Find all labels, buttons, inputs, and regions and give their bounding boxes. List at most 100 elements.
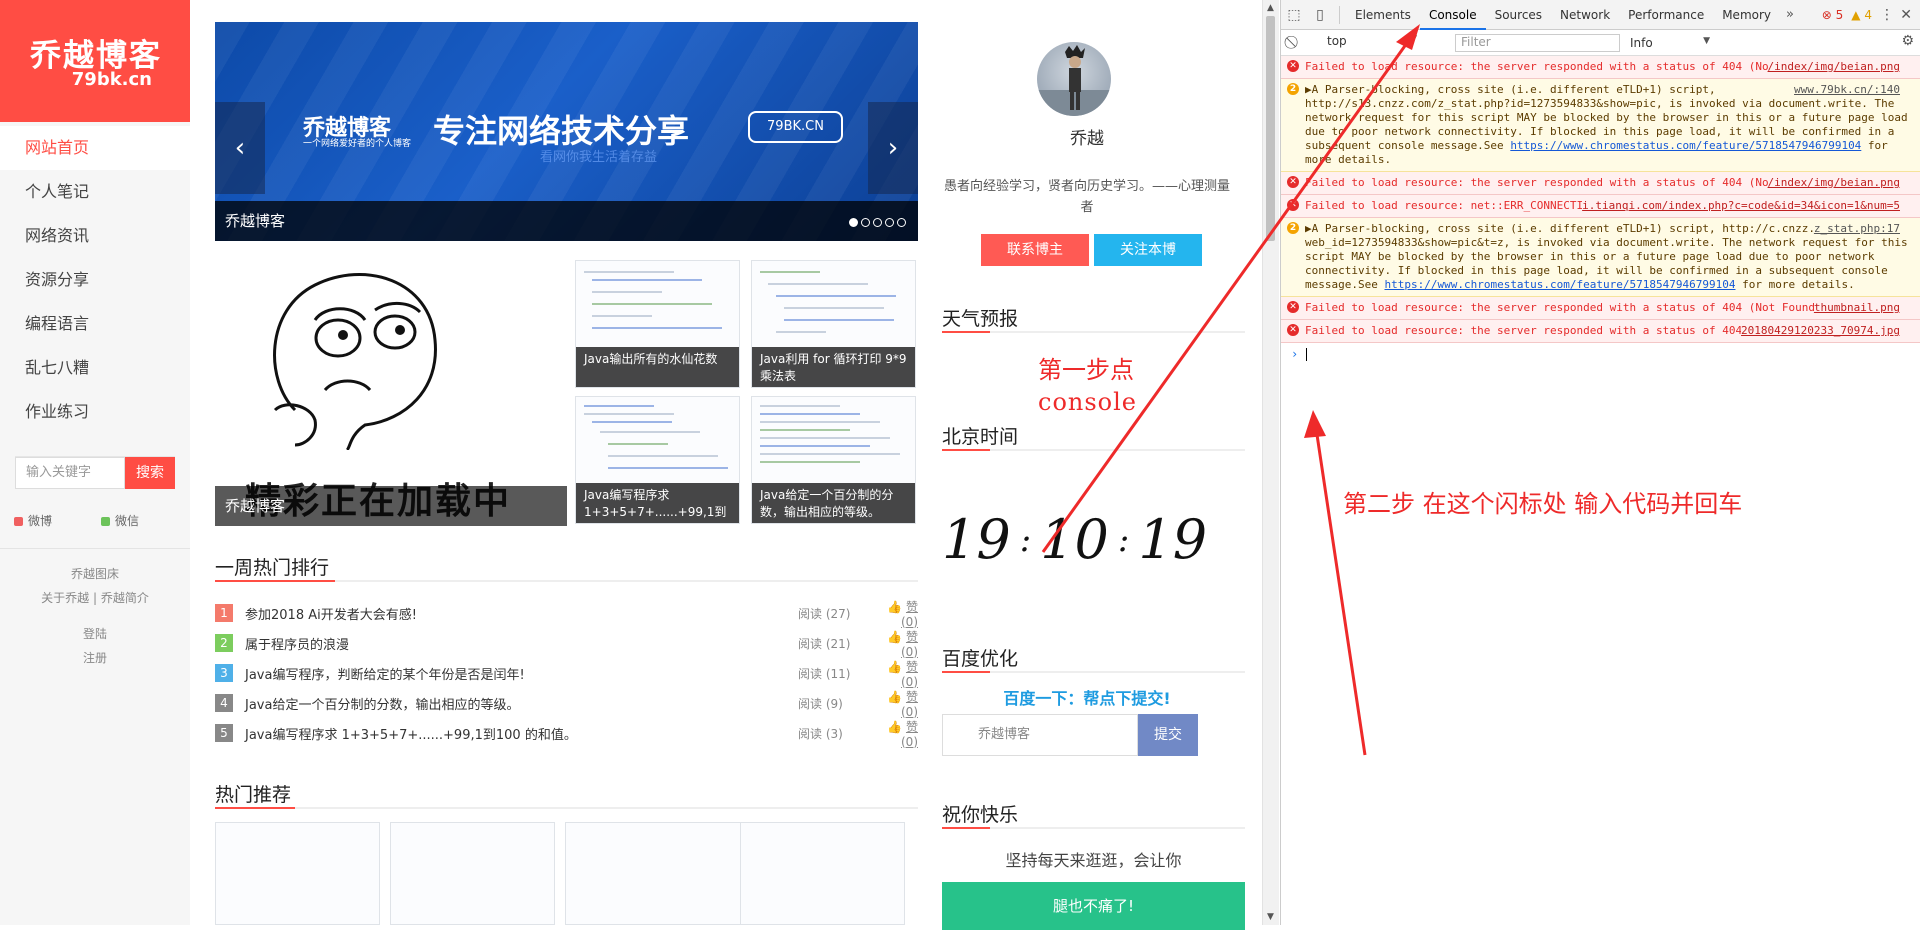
recommend-thumb[interactable] xyxy=(565,822,750,925)
thumb-article[interactable]: Java利用 for 循环打印 9*9 乘法表 xyxy=(751,260,916,388)
site-logo[interactable]: 乔越博客 79bk.cn xyxy=(0,0,190,122)
scrollbar-thumb[interactable] xyxy=(1266,16,1275,241)
source-link[interactable]: www.79bk.cn/:140 xyxy=(1794,83,1900,97)
avatar[interactable] xyxy=(1037,42,1111,116)
nav-item-home[interactable]: 网站首页 xyxy=(0,126,190,170)
nav-item-misc[interactable]: 乱七八糟 xyxy=(0,346,190,390)
weibo-link[interactable]: 微博 xyxy=(14,512,52,529)
like-button[interactable]: 👍 赞 (0) xyxy=(868,628,918,659)
nav-item-homework[interactable]: 作业练习 xyxy=(0,390,190,434)
hot-item-title[interactable]: Java给定一个百分制的分数，输出相应的等级。 xyxy=(245,694,798,713)
register-link[interactable]: 注册 xyxy=(0,646,190,670)
image-host-link[interactable]: 乔越图床 xyxy=(0,562,190,586)
scroll-up-icon[interactable]: ▲ xyxy=(1267,3,1274,13)
issue-counts[interactable]: ⊗ 5 ▲ 4 xyxy=(1822,0,1872,30)
carousel-prev-button[interactable]: ‹ xyxy=(215,102,265,194)
nav-item-programming[interactable]: 编程语言 xyxy=(0,302,190,346)
console-error: ✕ Failed to load resource: the server re… xyxy=(1281,320,1920,343)
context-selector[interactable]: top ▼ xyxy=(1327,34,1417,52)
wish-button[interactable]: 腿也不痛了! xyxy=(942,882,1245,930)
message-link[interactable]: https://www.chromestatus.com/feature/571… xyxy=(1384,278,1735,291)
baidu-submit-button[interactable]: 提交 xyxy=(1138,714,1198,756)
search-input[interactable]: 输入关键字 xyxy=(15,457,125,489)
nav-item-notes[interactable]: 个人笔记 xyxy=(0,170,190,214)
console-warning[interactable]: 2 ▶A Parser-blocking, cross site (i.e. d… xyxy=(1281,218,1920,297)
inspect-element-icon[interactable]: ⬚ xyxy=(1281,0,1307,30)
device-toolbar-icon[interactable]: ▯ xyxy=(1307,0,1333,30)
source-link[interactable]: thumbnail.png xyxy=(1813,301,1900,315)
source-link[interactable]: /index/img/beian.png xyxy=(1767,60,1900,74)
more-tabs-icon[interactable]: » xyxy=(1780,7,1800,22)
log-levels-dropdown[interactable]: Info ▼ xyxy=(1630,36,1710,50)
gear-icon[interactable]: ⚙ xyxy=(1901,33,1914,49)
tab-console[interactable]: Console xyxy=(1419,0,1486,30)
console-error: ✕ Failed to load resource: the server re… xyxy=(1281,56,1920,79)
like-button[interactable]: 👍 赞 (0) xyxy=(868,598,918,629)
rank-badge: 5 xyxy=(215,724,233,742)
hot-item[interactable]: 1 参加2018 Ai开发者大会有感! 阅读 (27) 👍 赞 (0) xyxy=(215,598,918,629)
scroll-down-icon[interactable]: ▼ xyxy=(1267,912,1274,922)
nav-item-resources[interactable]: 资源分享 xyxy=(0,258,190,302)
weibo-label: 微博 xyxy=(28,514,53,528)
console-prompt[interactable]: › xyxy=(1281,343,1920,365)
page-scrollbar[interactable]: ▲ ▼ xyxy=(1262,0,1279,925)
hot-item[interactable]: 3 Java编写程序，判断给定的某个年份是否是闰年! 阅读 (11) 👍 赞 (… xyxy=(215,658,918,689)
baidu-input[interactable]: 乔越博客 xyxy=(942,714,1138,756)
context-value: top xyxy=(1327,33,1347,48)
tab-sources[interactable]: Sources xyxy=(1486,0,1551,30)
thumb-article[interactable]: Java给定一个百分制的分数，输出相应的等级。 xyxy=(751,396,916,524)
banner-carousel[interactable]: 乔越博客 一个网络爱好者的个人博客 专注网络技术分享 看网你我生活着存益 79B… xyxy=(215,22,918,241)
wechat-link[interactable]: 微信 xyxy=(100,512,139,529)
message-link[interactable]: https://www.chromestatus.com/feature/571… xyxy=(1510,139,1861,152)
source-link[interactable]: /index/img/beian.png xyxy=(1767,176,1900,190)
close-icon[interactable]: ✕ xyxy=(1900,0,1912,30)
carousel-dot[interactable] xyxy=(873,218,882,227)
carousel-dot[interactable] xyxy=(849,218,858,227)
hot-item-title[interactable]: 参加2018 Ai开发者大会有感! xyxy=(245,604,798,623)
nav-item-news[interactable]: 网络资讯 xyxy=(0,214,190,258)
tab-performance[interactable]: Performance xyxy=(1619,0,1713,30)
source-link[interactable]: i.tianqi.com/index.php?c=code&id=34&icon… xyxy=(1582,199,1900,213)
clear-console-icon[interactable]: ⃠ xyxy=(1281,35,1307,50)
wish-title: 祝你快乐 xyxy=(942,804,1019,826)
console-warning[interactable]: 2 ▶A Parser-blocking, cross site (i.e. d… xyxy=(1281,79,1920,172)
about-link[interactable]: 关于乔越 xyxy=(41,591,89,605)
carousel-next-button[interactable]: › xyxy=(868,102,918,194)
hot-item-title[interactable]: 属于程序员的浪漫 xyxy=(245,634,798,653)
thumb-article[interactable]: Java编写程序求 1+3+5+7+......+99,1到 xyxy=(575,396,740,524)
hot-item[interactable]: 2 属于程序员的浪漫 阅读 (21) 👍 赞 (0) xyxy=(215,628,918,659)
tab-memory[interactable]: Memory xyxy=(1713,0,1780,30)
tab-network[interactable]: Network xyxy=(1551,0,1619,30)
rank-badge: 3 xyxy=(215,664,233,682)
recommend-thumb[interactable] xyxy=(740,822,905,925)
carousel-dot[interactable] xyxy=(861,218,870,227)
hot-item[interactable]: 4 Java给定一个百分制的分数，输出相应的等级。 阅读 (9) 👍 赞 (0) xyxy=(215,688,918,719)
rank-badge: 4 xyxy=(215,694,233,712)
filter-input[interactable]: Filter xyxy=(1455,33,1620,52)
like-button[interactable]: 👍 赞 (0) xyxy=(868,688,918,719)
hot-item-title[interactable]: Java编写程序，判断给定的某个年份是否是闰年! xyxy=(245,664,798,683)
hot-item-title[interactable]: Java编写程序求 1+3+5+7+......+99,1到100 的和值。 xyxy=(245,724,798,743)
hot-item[interactable]: 5 Java编写程序求 1+3+5+7+......+99,1到100 的和值。… xyxy=(215,718,918,749)
recommend-thumb[interactable] xyxy=(390,822,555,925)
follow-button[interactable]: 关注本博 xyxy=(1094,234,1202,266)
recommend-thumb[interactable] xyxy=(215,822,380,925)
like-button[interactable]: 👍 赞 (0) xyxy=(868,658,918,689)
toolbar-divider xyxy=(1339,5,1340,24)
main-content: 乔越博客 一个网络爱好者的个人博客 专注网络技术分享 看网你我生活着存益 79B… xyxy=(190,0,1252,930)
intro-link[interactable]: 乔越简介 xyxy=(101,591,149,605)
search-button[interactable]: 搜索 xyxy=(125,457,175,489)
login-link[interactable]: 登陆 xyxy=(0,622,190,646)
clock-separator: : xyxy=(1019,519,1032,560)
like-button[interactable]: 👍 赞 (0) xyxy=(868,718,918,749)
kebab-menu-icon[interactable]: ⋮ xyxy=(1880,0,1894,30)
carousel-dot[interactable] xyxy=(897,218,906,227)
thumb-article[interactable]: Java输出所有的水仙花数 xyxy=(575,260,740,388)
contact-button[interactable]: 联系博主 xyxy=(981,234,1089,266)
featured-article[interactable]: 精彩正在加载中 乔越博客 xyxy=(215,260,567,526)
avatar-image xyxy=(1037,45,1111,116)
source-link[interactable]: z_stat.php:17 xyxy=(1813,222,1900,236)
tab-elements[interactable]: Elements xyxy=(1346,0,1420,30)
carousel-dot[interactable] xyxy=(885,218,894,227)
source-link[interactable]: 20180429120233_70974.jpg xyxy=(1741,324,1900,338)
